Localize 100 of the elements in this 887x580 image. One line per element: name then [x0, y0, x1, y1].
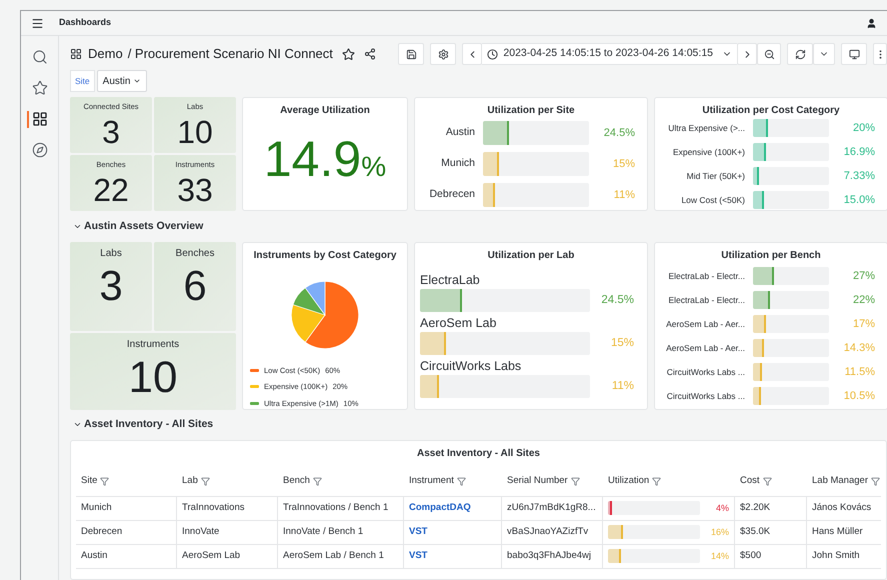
user-icon[interactable] — [866, 18, 877, 28]
active-indicator — [26, 111, 28, 128]
utilization-reading: 4% — [714, 502, 729, 515]
table-cell: InnoVate / Bench 1 — [278, 520, 404, 544]
column-header[interactable]: Site — [81, 474, 98, 489]
save-button[interactable] — [398, 43, 424, 66]
search-icon[interactable] — [32, 49, 48, 65]
table-cell: Debrecen — [76, 520, 177, 544]
filter-icon[interactable] — [312, 476, 322, 486]
breadcrumb-title[interactable]: Dashboards — [59, 16, 112, 30]
bar-reading: 16.9% — [842, 144, 876, 160]
instrument-link[interactable]: CompactDAQ — [409, 501, 471, 516]
utilization-reading: 14% — [710, 550, 729, 563]
grid-icon[interactable] — [32, 111, 48, 127]
zoom-out-button[interactable] — [757, 43, 781, 66]
save-icon — [406, 48, 417, 60]
table-cell: AeroSem Lab / Bench 1 — [278, 544, 404, 568]
column-header[interactable]: Lab — [182, 474, 198, 489]
bar-reading: 27% — [852, 268, 876, 284]
filter-icon[interactable] — [762, 476, 772, 486]
column-header[interactable]: Bench — [283, 474, 310, 489]
panel-title: Utilization per Lab — [488, 249, 574, 264]
bar-label: ElectraLab - Electr... — [667, 294, 746, 306]
refresh-icon — [794, 48, 806, 60]
stat-value: 10 — [177, 116, 213, 148]
dashboard-title: / Procurement Scenario NI Connect — [128, 45, 333, 64]
column-header[interactable]: Lab Manager — [812, 474, 868, 489]
table-cell-text: John Smith — [811, 549, 861, 564]
bar-label: Expensive (100K+) — [672, 146, 746, 158]
filter-icon[interactable] — [456, 476, 466, 486]
table-cell: TraInnovations / Bench 1 — [278, 496, 404, 520]
settings-button[interactable] — [430, 43, 456, 66]
filter-icon[interactable] — [570, 476, 580, 486]
view-mode-button[interactable] — [841, 43, 867, 66]
table-cell-text: János Kovács — [811, 501, 872, 516]
utilization-reading: 16% — [710, 526, 729, 539]
menu-icon[interactable] — [31, 16, 44, 30]
grid-icon — [70, 48, 82, 60]
bar-reading: 11% — [612, 188, 636, 203]
monitor-icon — [848, 48, 860, 60]
clock-icon — [487, 48, 498, 60]
time-range-picker[interactable]: 2023-04-25 14:05:15 to 2023-04-26 14:05:15 — [482, 43, 737, 66]
settings-icon — [438, 48, 449, 60]
column-header[interactable]: Serial Number — [507, 474, 568, 489]
bar-label: AeroSem Lab - Aer... — [665, 342, 746, 354]
refresh-button[interactable] — [787, 43, 813, 66]
bar-reading: 15.0% — [842, 192, 876, 208]
bar-reading: 7.33% — [842, 168, 876, 184]
table-cell: TraInnovations — [177, 496, 278, 520]
bar-label: Munich — [440, 156, 476, 172]
share-icon[interactable] — [364, 48, 376, 60]
table-cell-text: Hans Müller — [811, 525, 864, 540]
panel-title: Instruments by Cost Category — [254, 249, 396, 264]
section-title[interactable]: Asset Inventory - All Sites — [84, 417, 214, 433]
table-cell: zU6nJ7mBdK1gR8... — [502, 496, 603, 520]
more-button[interactable] — [873, 43, 887, 66]
column-header[interactable]: Utilization — [608, 474, 650, 489]
bar-label: AeroSem Lab - Aer... — [665, 318, 746, 330]
table-cell: $500 — [735, 544, 807, 568]
variable-dropdown[interactable]: Austin — [96, 70, 148, 92]
star-icon[interactable] — [342, 48, 355, 61]
bar-label: Low Cost (<50K) — [680, 194, 746, 206]
stat-label: Labs — [100, 247, 122, 262]
bar-reading: 24.5% — [602, 126, 636, 141]
stat-value: 10 — [128, 356, 178, 400]
stat-value: 3 — [99, 265, 123, 308]
bar-label: ElectraLab — [420, 272, 481, 290]
instrument-link[interactable]: VST — [409, 525, 428, 540]
column-header[interactable]: Cost — [740, 474, 760, 489]
stat-value: 22 — [93, 174, 129, 206]
bar-label: Ultra Expensive (>... — [667, 122, 746, 134]
star-icon[interactable] — [32, 80, 48, 96]
stat-value: 6 — [183, 265, 207, 308]
bar-reading: 22% — [852, 292, 876, 308]
bar-reading: 20% — [852, 120, 876, 136]
section-title[interactable]: Austin Assets Overview — [84, 218, 204, 234]
panel-title: Utilization per Cost Category — [702, 104, 840, 118]
table-cell: AeroSem Lab — [177, 544, 278, 568]
table-cell: vBaSJnaoYAZizfTv — [502, 520, 603, 544]
table-cell: $35.0K — [735, 520, 807, 544]
folder-link[interactable]: Demo — [88, 44, 123, 64]
bar-reading: 17% — [852, 316, 876, 332]
stat-label: Benches — [176, 247, 214, 262]
panel-title: Utilization per Bench — [721, 249, 821, 264]
filter-icon[interactable] — [870, 476, 880, 486]
filter-icon[interactable] — [100, 476, 110, 486]
filter-icon[interactable] — [200, 476, 210, 486]
bar-reading: 10.5% — [842, 388, 876, 404]
compass-icon[interactable] — [32, 142, 48, 158]
table-cell: Munich — [76, 496, 177, 520]
bar-label: Mid Tier (50K+) — [686, 170, 746, 182]
column-header[interactable]: Instrument — [409, 474, 454, 489]
table-cell: Austin — [76, 544, 177, 568]
bar-label: ElectraLab - Electr... — [667, 270, 746, 282]
instrument-link[interactable]: VST — [409, 549, 428, 564]
filter-icon[interactable] — [652, 476, 662, 486]
bar-reading: 11% — [610, 378, 635, 394]
stat-label: Instruments — [126, 338, 180, 352]
variable-label: Site — [70, 70, 95, 92]
bar-label: CircuitWorks Labs ... — [666, 366, 746, 378]
